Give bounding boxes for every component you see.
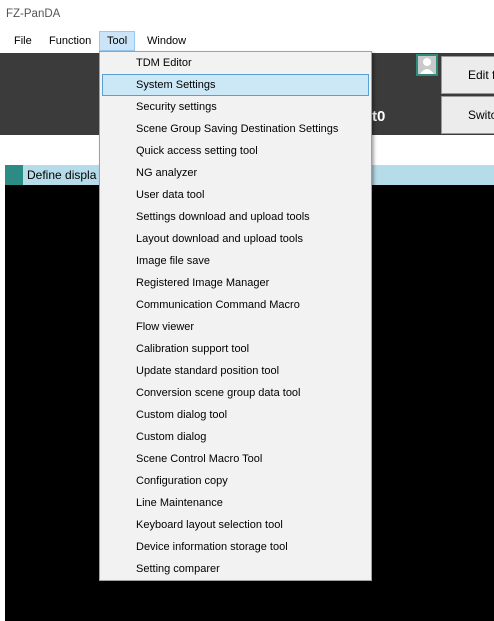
menu-tool[interactable]: Tool (99, 31, 135, 51)
menu-item-update-standard-position[interactable]: Update standard position tool (102, 360, 369, 382)
teal-marker-icon (5, 165, 23, 185)
menu-item-scene-group-saving[interactable]: Scene Group Saving Destination Settings (102, 118, 369, 140)
menu-item-scene-control-macro[interactable]: Scene Control Macro Tool (102, 448, 369, 470)
person-icon (420, 58, 434, 74)
menu-item-user-data-tool[interactable]: User data tool (102, 184, 369, 206)
edit-button[interactable]: Edit f (441, 56, 494, 94)
menu-item-custom-dialog[interactable]: Custom dialog (102, 426, 369, 448)
window-title: FZ-PanDA (6, 8, 61, 20)
user-avatar-icon[interactable] (416, 54, 438, 76)
menu-function[interactable]: Function (42, 31, 98, 51)
menu-item-device-information-storage[interactable]: Device information storage tool (102, 536, 369, 558)
menu-item-keyboard-layout[interactable]: Keyboard layout selection tool (102, 514, 369, 536)
menu-item-settings-download-upload[interactable]: Settings download and upload tools (102, 206, 369, 228)
define-display-label: Define displa (27, 168, 97, 182)
menu-item-flow-viewer[interactable]: Flow viewer (102, 316, 369, 338)
menu-item-custom-dialog-tool[interactable]: Custom dialog tool (102, 404, 369, 426)
menu-item-conversion-scene-group[interactable]: Conversion scene group data tool (102, 382, 369, 404)
menu-window[interactable]: Window (140, 31, 193, 51)
menu-item-configuration-copy[interactable]: Configuration copy (102, 470, 369, 492)
title-bar: FZ-PanDA (0, 0, 494, 30)
menu-item-ng-analyzer[interactable]: NG analyzer (102, 162, 369, 184)
menu-bar: File Function Tool Window (0, 31, 494, 51)
scene-name: t0 (372, 108, 386, 125)
menu-item-registered-image-manager[interactable]: Registered Image Manager (102, 272, 369, 294)
tool-dropdown-menu: TDM Editor System Settings Security sett… (99, 51, 372, 581)
menu-item-security-settings[interactable]: Security settings (102, 96, 369, 118)
menu-item-image-file-save[interactable]: Image file save (102, 250, 369, 272)
menu-item-layout-download-upload[interactable]: Layout download and upload tools (102, 228, 369, 250)
menu-item-tdm-editor[interactable]: TDM Editor (102, 52, 369, 74)
menu-item-quick-access[interactable]: Quick access setting tool (102, 140, 369, 162)
menu-file[interactable]: File (7, 31, 39, 51)
menu-item-setting-comparer[interactable]: Setting comparer (102, 558, 369, 580)
menu-item-line-maintenance[interactable]: Line Maintenance (102, 492, 369, 514)
menu-item-communication-command-macro[interactable]: Communication Command Macro (102, 294, 369, 316)
switch-button[interactable]: Switch (441, 96, 494, 134)
menu-item-system-settings[interactable]: System Settings (102, 74, 369, 96)
menu-item-calibration-support[interactable]: Calibration support tool (102, 338, 369, 360)
